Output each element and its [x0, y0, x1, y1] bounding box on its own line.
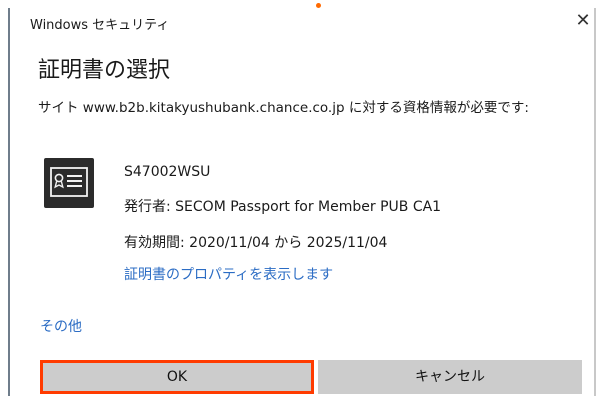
top-strip	[0, 0, 598, 8]
close-icon[interactable]: ✕	[572, 8, 594, 34]
certificate-card-icon	[44, 158, 94, 208]
dialog-description: サイト www.b2b.kitakyushubank.chance.co.jp …	[38, 100, 529, 116]
dialog-heading: 証明書の選択	[38, 58, 171, 83]
ok-button[interactable]: OK	[40, 360, 314, 394]
more-choices-link[interactable]: その他	[40, 316, 82, 336]
certificate-validity: 有効期間: 2020/11/04 から 2025/11/04	[124, 235, 388, 251]
window-title: Windows セキュリティ	[30, 18, 170, 33]
certificate-issuer: 発行者: SECOM Passport for Member PUB CA1	[124, 199, 442, 215]
certificate-name[interactable]: S47002WSU	[124, 164, 210, 180]
cancel-button[interactable]: キャンセル	[318, 360, 582, 394]
screen: Windows セキュリティ ✕ 証明書の選択 サイト www.b2b.kita…	[0, 0, 598, 396]
certificate-properties-link[interactable]: 証明書のプロパティを表示します	[124, 264, 333, 284]
dialog-right-border	[594, 8, 596, 396]
